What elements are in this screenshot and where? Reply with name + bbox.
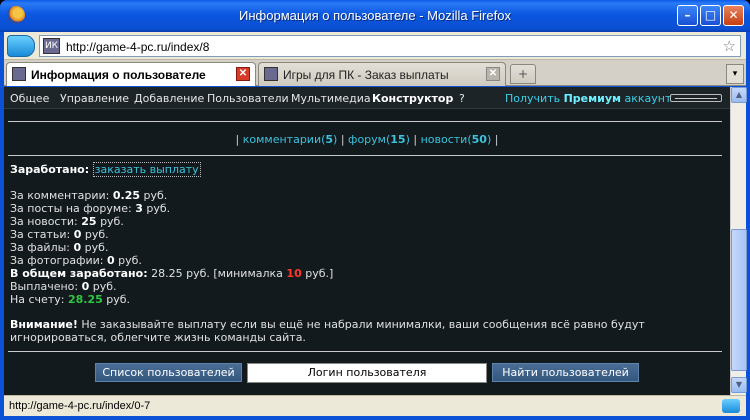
earning-line-comments: За комментарии: 0.25 руб. (10, 189, 168, 202)
site-favicon-icon (12, 67, 26, 81)
minimize-button[interactable]: – (677, 5, 698, 26)
activity-counts: | комментарии(5) | форум(15) | новости(5… (235, 133, 499, 146)
menu-item-users[interactable]: Пользователи (207, 92, 289, 105)
user-list-button[interactable]: Список пользователей (95, 363, 242, 382)
back-arrow-icon[interactable] (7, 35, 35, 57)
earning-line-news: За новости: 25 руб. (10, 215, 124, 228)
earning-line-forum: За посты на форуме: 3 руб. (10, 202, 171, 215)
close-button[interactable]: ✕ (723, 5, 744, 26)
close-tab-icon[interactable]: ✕ (486, 67, 500, 81)
bookmark-star-icon[interactable]: ☆ (723, 37, 736, 55)
tab-payout-order[interactable]: Игры для ПК - Заказ выплаты ✕ (258, 62, 506, 86)
balance-value: 28.25 (67, 293, 103, 306)
tab-label: Информация о пользователе (31, 68, 206, 82)
order-payout-link[interactable]: заказать выплату (92, 162, 201, 177)
vertical-scrollbar[interactable]: ▲ ▼ (730, 87, 747, 395)
paid-line: Выплачено: 0 руб. (10, 280, 117, 293)
scroll-thumb[interactable] (731, 229, 747, 371)
tab-list-chevron-icon[interactable]: ▾ (726, 64, 744, 84)
earning-line-articles: За статьи: 0 руб. (10, 228, 109, 241)
scroll-up-arrow-icon[interactable]: ▲ (731, 87, 747, 103)
site-favicon-icon (264, 67, 278, 81)
new-tab-button[interactable]: + (510, 64, 536, 84)
forum-link[interactable]: форум(15) (348, 133, 410, 146)
menu-item-constructor[interactable]: Конструктор (372, 92, 453, 105)
menu-item-add[interactable]: Добавление (134, 92, 204, 105)
earning-line-photos: За фотографии: 0 руб. (10, 254, 142, 267)
login-search-input[interactable]: Логин пользователя (247, 363, 487, 383)
tab-bar: Информация о пользователе ✕ Игры для ПК … (4, 60, 746, 86)
navigation-toolbar: ИК http://game-4-pc.ru/index/8 ☆ (4, 32, 746, 60)
earned-heading: Заработано: заказать выплату (10, 162, 201, 177)
earning-total: В общем заработано: 28.25 руб. [минималк… (10, 267, 334, 280)
width-slider[interactable] (670, 94, 722, 102)
warning-notice: Внимание! Не заказывайте выплату если вы… (10, 318, 645, 344)
menu-item-multimedia[interactable]: Мультимедиа (291, 92, 371, 105)
status-bar: http://game-4-pc.ru/index/0-7 (4, 395, 746, 416)
site-favicon-icon: ИК (43, 38, 60, 54)
url-text: http://game-4-pc.ru/index/8 (66, 40, 210, 54)
browser-window: Информация о пользователе - Mozilla Fire… (0, 0, 750, 420)
scroll-down-arrow-icon[interactable]: ▼ (731, 377, 747, 393)
menu-item-help[interactable]: ? (459, 92, 465, 105)
menu-item-manage[interactable]: Управление (60, 92, 129, 105)
status-text: http://game-4-pc.ru/index/0-7 (9, 400, 151, 412)
news-link[interactable]: новости(50) (421, 133, 492, 146)
window-title: Информация о пользователе - Mozilla Fire… (239, 8, 511, 23)
minimum-value: 10 (286, 267, 302, 280)
site-admin-menu: Общее Управление Добавление Пользователи… (4, 87, 730, 109)
divider (8, 351, 722, 352)
divider (8, 121, 722, 122)
menu-item-general[interactable]: Общее (10, 92, 49, 105)
premium-link[interactable]: Получить Премиум аккаунт (505, 92, 671, 105)
earning-line-files: За файлы: 0 руб. (10, 241, 109, 254)
divider (8, 155, 722, 156)
balance-line: На счету: 28.25 руб. (10, 293, 131, 306)
page-content: Общее Управление Добавление Пользователи… (4, 87, 730, 395)
tab-user-info[interactable]: Информация о пользователе ✕ (6, 62, 256, 86)
find-users-button[interactable]: Найти пользователей (492, 363, 639, 382)
tab-label: Игры для ПК - Заказ выплаты (283, 68, 449, 82)
status-addon-icon[interactable] (722, 399, 740, 413)
title-bar[interactable]: Информация о пользователе - Mozilla Fire… (0, 0, 750, 32)
close-tab-icon[interactable]: ✕ (236, 67, 250, 81)
url-field[interactable]: ИК http://game-4-pc.ru/index/8 ☆ (39, 35, 741, 57)
comments-link[interactable]: комментарии(5) (243, 133, 338, 146)
maximize-button[interactable]: □ (700, 5, 721, 26)
